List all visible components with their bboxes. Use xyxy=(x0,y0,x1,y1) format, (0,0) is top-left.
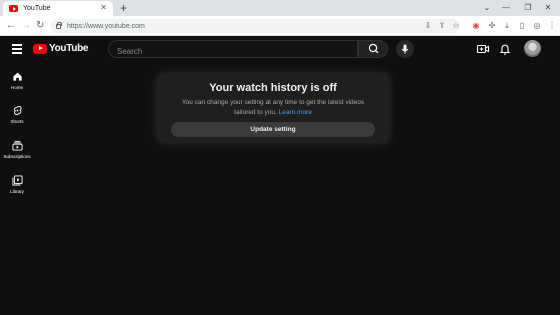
voice-search-button[interactable] xyxy=(396,40,414,58)
search-icon xyxy=(368,43,379,54)
youtube-masthead: YouTube xyxy=(0,37,560,61)
watch-history-off-card: Your watch history is off You can change… xyxy=(157,73,389,143)
extension-red-icon[interactable]: ◉ xyxy=(470,19,482,33)
back-arrow-icon[interactable]: ← xyxy=(6,19,16,33)
sidebar-item-label: Shorts xyxy=(10,119,24,124)
browser-toolbar: ← → ↻ https://www.youtube.com ⇩ ⇪ ☆ ◉ ✣ … xyxy=(0,16,560,36)
url-text: https://www.youtube.com xyxy=(67,22,145,30)
sidebar-item-shorts[interactable]: Shorts xyxy=(0,105,34,124)
search-input[interactable] xyxy=(117,43,347,60)
account-avatar[interactable] xyxy=(524,40,541,57)
search-box[interactable] xyxy=(108,40,358,60)
search-button[interactable] xyxy=(358,40,388,58)
subscriptions-icon xyxy=(11,140,23,151)
address-bar[interactable]: https://www.youtube.com xyxy=(50,19,460,33)
sidebar-item-library[interactable]: Library xyxy=(0,175,34,194)
guide-menu-icon[interactable] xyxy=(12,44,22,54)
reload-icon[interactable]: ↻ xyxy=(36,19,44,33)
notifications-button[interactable] xyxy=(498,42,512,56)
card-message: You can change your setting at any time … xyxy=(177,98,369,117)
browser-menu-icon[interactable]: ⋮ xyxy=(546,19,558,33)
sidebar-item-label: Home xyxy=(10,85,23,90)
create-video-icon xyxy=(476,44,490,54)
tab-title: YouTube xyxy=(23,5,51,12)
sidebar-item-label: Library xyxy=(10,189,24,194)
tab-close-icon[interactable]: ✕ xyxy=(100,3,107,12)
share-icon[interactable]: ⇪ xyxy=(436,19,448,33)
window-close-button[interactable]: ✕ xyxy=(538,0,558,16)
restore-button[interactable]: ❐ xyxy=(518,0,538,16)
home-icon xyxy=(12,72,22,81)
card-message-text: You can change your setting at any time … xyxy=(181,99,365,116)
library-icon xyxy=(11,175,23,186)
lock-icon xyxy=(56,21,62,29)
bell-icon xyxy=(499,44,511,55)
youtube-logo[interactable]: YouTube xyxy=(33,43,89,54)
browser-tab-bar: YouTube ✕ + ⌄ — ❐ ✕ xyxy=(0,0,560,16)
logo-wordmark: YouTube xyxy=(49,43,89,54)
update-setting-button[interactable]: Update setting xyxy=(171,122,375,137)
sidebar-item-subscriptions[interactable]: Subscriptions xyxy=(0,140,34,159)
youtube-favicon-icon xyxy=(9,5,18,12)
minimize-button[interactable]: — xyxy=(496,0,516,16)
tab-search-chevron-icon[interactable]: ⌄ xyxy=(477,0,497,16)
bookmark-star-icon[interactable]: ☆ xyxy=(450,19,462,33)
create-video-button[interactable] xyxy=(476,42,490,56)
new-tab-button[interactable]: + xyxy=(120,0,127,16)
extensions-puzzle-icon[interactable]: ✣ xyxy=(486,19,498,33)
browser-tab[interactable]: YouTube ✕ xyxy=(3,1,113,16)
forward-arrow-icon[interactable]: → xyxy=(21,19,31,33)
sidebar-item-home[interactable]: Home xyxy=(0,71,34,90)
install-app-icon[interactable]: ⇩ xyxy=(422,19,434,33)
microphone-icon xyxy=(401,44,409,54)
side-panel-icon[interactable]: ▯ xyxy=(516,19,528,33)
shorts-icon xyxy=(13,105,22,116)
learn-more-link[interactable]: Learn more xyxy=(279,109,312,116)
downloads-icon[interactable]: ⤓ xyxy=(501,19,513,33)
card-title: Your watch history is off xyxy=(209,82,337,94)
profile-icon[interactable]: ◎ xyxy=(531,19,543,33)
youtube-play-logo-icon xyxy=(33,43,47,54)
sidebar-item-label: Subscriptions xyxy=(3,154,31,159)
